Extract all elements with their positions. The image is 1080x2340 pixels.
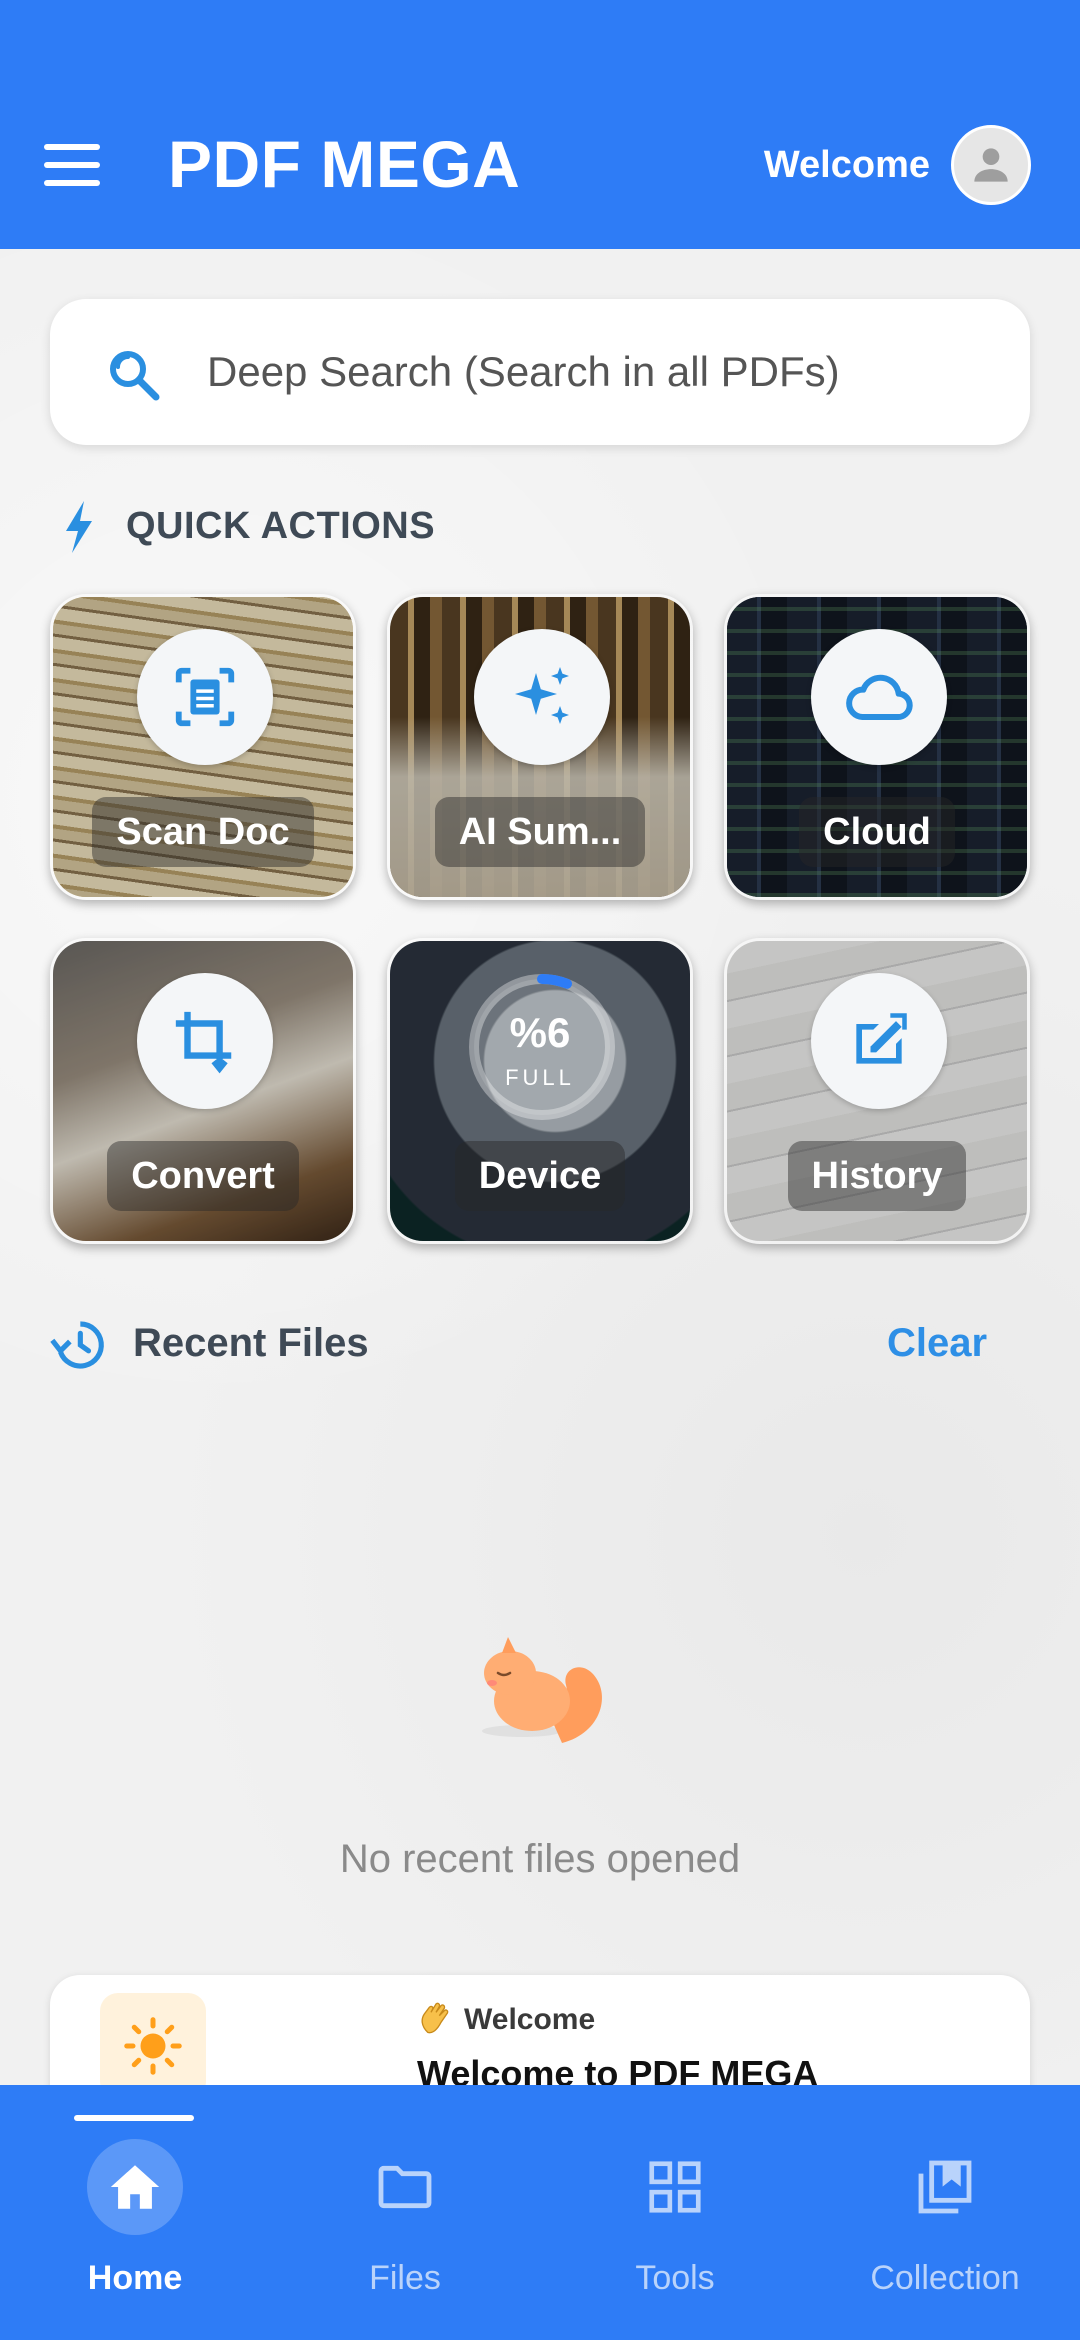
- nav-label: Files: [369, 2259, 441, 2297]
- tile-label: Device: [454, 1141, 626, 1211]
- search-bar[interactable]: Deep Search (Search in all PDFs): [50, 299, 1030, 445]
- tile-convert[interactable]: Convert: [50, 938, 356, 1244]
- nav-label: Collection: [870, 2259, 1020, 2297]
- tile-device[interactable]: %6 FULL Device: [387, 938, 693, 1244]
- home-content: Deep Search (Search in all PDFs) QUICK A…: [0, 249, 1080, 2085]
- app-bar: PDF MEGA Welcome: [0, 0, 1080, 249]
- folder-icon: [357, 2139, 453, 2235]
- nav-tools[interactable]: Tools: [540, 2139, 810, 2319]
- tile-ai-summary[interactable]: AI Sum...: [387, 594, 693, 900]
- bottom-navigation: Home Files Tools Collection: [0, 2085, 1080, 2340]
- hamburger-menu-icon[interactable]: [40, 140, 104, 190]
- welcome-card[interactable]: Welcome Welcome to PDF MEGA: [50, 1975, 1030, 2085]
- cloud-icon: [811, 629, 947, 765]
- tile-label: Cloud: [799, 797, 955, 867]
- tile-label: Scan Doc: [92, 797, 314, 867]
- welcome-card-eyebrow: Welcome: [464, 2003, 596, 2036]
- search-icon: [110, 351, 160, 401]
- tile-label: Convert: [107, 1141, 299, 1211]
- device-usage-percent: %6: [509, 1009, 571, 1056]
- clear-recent-button[interactable]: Clear: [887, 1321, 987, 1366]
- quick-actions-title: QUICK ACTIONS: [126, 505, 436, 547]
- tile-label: AI Sum...: [434, 797, 646, 867]
- home-icon: [87, 2139, 183, 2235]
- recent-files-title: Recent Files: [133, 1321, 369, 1365]
- nav-label: Home: [87, 2259, 183, 2297]
- tile-scan-doc[interactable]: Scan Doc: [50, 594, 356, 900]
- recent-files-empty-message: No recent files opened: [339, 1837, 741, 1881]
- person-icon: [974, 148, 1008, 182]
- nav-files[interactable]: Files: [270, 2139, 540, 2319]
- nav-active-indicator: [74, 2115, 194, 2121]
- grid-icon: [627, 2139, 723, 2235]
- device-usage-status: FULL: [505, 1065, 575, 1090]
- sun-icon: [100, 1993, 206, 2085]
- welcome-card-title: Welcome to PDF MEGA: [417, 2053, 819, 2085]
- scan-document-icon: [137, 629, 273, 765]
- tile-history[interactable]: History: [724, 938, 1030, 1244]
- search-input[interactable]: Deep Search (Search in all PDFs): [207, 346, 840, 398]
- history-icon: [50, 1321, 104, 1369]
- history-edit-icon: [811, 973, 947, 1109]
- welcome-label: Welcome: [763, 144, 930, 186]
- tile-cloud[interactable]: Cloud: [724, 594, 1030, 900]
- tile-label: History: [787, 1141, 967, 1211]
- nav-home[interactable]: Home: [0, 2139, 270, 2319]
- nav-label: Tools: [635, 2259, 715, 2297]
- nav-collection[interactable]: Collection: [810, 2139, 1080, 2319]
- bolt-icon: [66, 501, 92, 553]
- waving-hand-icon: [421, 2002, 449, 2034]
- crop-icon: [137, 973, 273, 1109]
- sleeping-squirrel-icon: [482, 1637, 602, 1743]
- avatar[interactable]: [951, 125, 1031, 205]
- app-title: PDF MEGA: [168, 127, 521, 201]
- sparkles-icon: [474, 629, 610, 765]
- bookmark-collection-icon: [897, 2139, 993, 2235]
